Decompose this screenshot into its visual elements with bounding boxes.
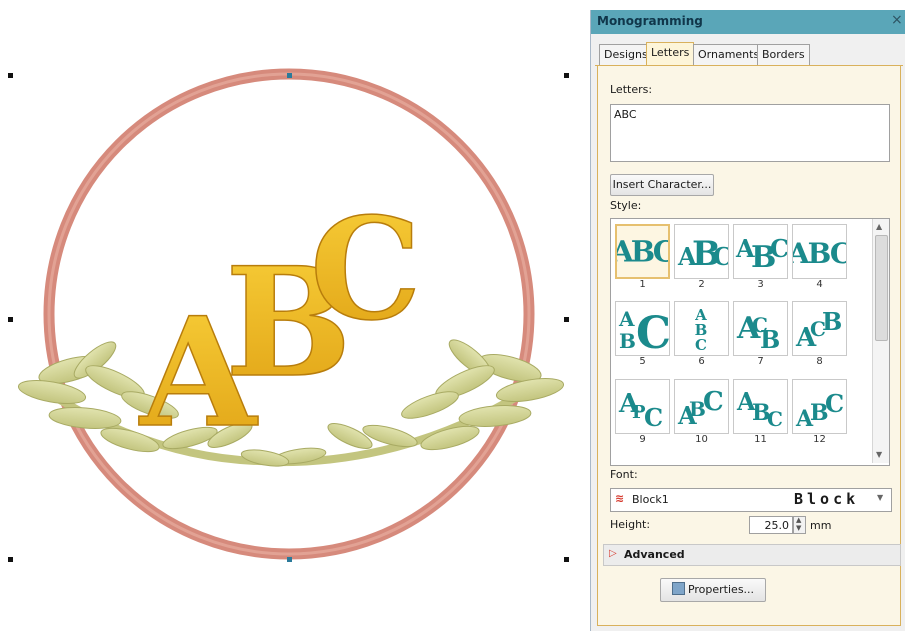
svg-text:C: C: [770, 234, 787, 263]
svg-text:C: C: [695, 336, 707, 354]
style-number: 3: [757, 279, 764, 290]
properties-icon: [671, 582, 685, 595]
advanced-section[interactable]: ▷ Advanced: [603, 544, 901, 566]
style-thumbnail: ACB: [733, 301, 788, 356]
selection-handle[interactable]: [8, 557, 13, 562]
svg-text:C: C: [636, 308, 669, 355]
style-number: 2: [698, 279, 705, 290]
style-number: 8: [816, 356, 823, 367]
height-input[interactable]: 25.0: [749, 516, 793, 534]
style-number: 1: [639, 279, 646, 290]
style-item-12[interactable]: ABC 12: [792, 379, 847, 447]
svg-text:A: A: [618, 307, 635, 331]
style-number: 6: [698, 356, 705, 367]
selection-handle[interactable]: [8, 73, 13, 78]
style-item-1[interactable]: ABC 1: [615, 224, 670, 292]
height-label: Height:: [610, 518, 651, 531]
style-item-6[interactable]: ABC 6: [674, 301, 729, 369]
style-number: 11: [754, 434, 767, 445]
spin-down-icon[interactable]: ▼: [796, 524, 801, 532]
svg-text:C: C: [825, 389, 844, 418]
selection-handle[interactable]: [287, 557, 292, 562]
style-item-5[interactable]: ABC 5: [615, 301, 670, 369]
scroll-thumb[interactable]: [875, 235, 888, 341]
style-thumbnail: ABC: [615, 224, 670, 279]
style-number: 5: [639, 356, 646, 367]
style-item-9[interactable]: APC 9: [615, 379, 670, 447]
svg-text:ABC: ABC: [793, 237, 846, 270]
svg-text:ABC: ABC: [617, 235, 668, 269]
scroll-down-icon[interactable]: ▼: [876, 450, 882, 459]
height-spinner[interactable]: ▲ ▼: [793, 516, 806, 534]
style-thumbnail: ABC: [674, 224, 729, 279]
tab-letters[interactable]: Letters: [646, 42, 695, 66]
svg-text:B: B: [619, 329, 636, 353]
style-item-11[interactable]: ABC 11: [733, 379, 788, 447]
tab-borders[interactable]: Borders: [757, 44, 810, 65]
svg-text:C: C: [767, 407, 783, 431]
style-number: 12: [813, 434, 826, 445]
style-grid: ABC 1 ABC 2 ABC 3 ABC 4 ABC 5: [610, 218, 890, 466]
letters-input[interactable]: ABC: [610, 104, 890, 162]
monogramming-panel: Monogramming × Designs Letters Ornaments…: [590, 10, 905, 631]
style-number: 4: [816, 279, 823, 290]
expand-arrow-icon[interactable]: ▷: [609, 548, 617, 559]
panel-title: Monogramming: [597, 14, 703, 28]
style-item-2[interactable]: ABC 2: [674, 224, 729, 292]
style-label: Style:: [610, 199, 642, 212]
selection-handle[interactable]: [564, 557, 569, 562]
letters-label: Letters:: [610, 83, 653, 96]
letters-input-value: ABC: [614, 108, 637, 121]
svg-text:C: C: [703, 387, 724, 417]
style-thumbnail: ABC: [733, 379, 788, 434]
style-thumbnail: ABC: [733, 224, 788, 279]
insert-character-button[interactable]: Insert Character...: [610, 174, 714, 196]
style-item-7[interactable]: ACB 7: [733, 301, 788, 369]
font-select[interactable]: ≋ Block1 Block ▼: [610, 488, 892, 512]
font-label: Font:: [610, 468, 638, 481]
svg-text:B: B: [822, 307, 842, 336]
style-number: 9: [639, 434, 646, 445]
advanced-label: Advanced: [624, 548, 685, 561]
monogram-letter-c: C: [310, 188, 421, 352]
style-item-8[interactable]: ACB 8: [792, 301, 847, 369]
selection-handle[interactable]: [8, 317, 13, 322]
font-type-icon: ≋: [615, 492, 625, 505]
embroidery-design[interactable]: A B C: [0, 0, 586, 631]
style-scrollbar[interactable]: ▲ ▼: [872, 219, 889, 463]
font-preview: Block: [794, 490, 860, 508]
style-thumbnail: ABC: [615, 301, 670, 356]
svg-text:B: B: [760, 325, 780, 354]
svg-text:C: C: [644, 403, 663, 432]
style-thumbnail: ABC: [674, 301, 729, 356]
style-thumbnail: ABC: [792, 379, 847, 434]
font-select-value: Block1: [632, 493, 669, 506]
style-thumbnail: APC: [615, 379, 670, 434]
style-item-3[interactable]: ABC 3: [733, 224, 788, 292]
selection-handle[interactable]: [564, 317, 569, 322]
panel-titlebar[interactable]: Monogramming ×: [591, 10, 905, 34]
style-number: 10: [695, 434, 708, 445]
tab-ornaments[interactable]: Ornaments: [693, 44, 765, 65]
style-thumbnail: ABC: [792, 224, 847, 279]
chevron-down-icon[interactable]: ▼: [877, 493, 883, 502]
scroll-up-icon[interactable]: ▲: [876, 222, 882, 231]
close-icon[interactable]: ×: [891, 12, 903, 28]
svg-text:C: C: [713, 242, 728, 271]
style-number: 7: [757, 356, 764, 367]
style-item-4[interactable]: ABC 4: [792, 224, 847, 292]
selection-handle[interactable]: [564, 73, 569, 78]
tab-designs[interactable]: Designs: [599, 44, 653, 65]
style-thumbnail: ACB: [792, 301, 847, 356]
height-unit: mm: [810, 519, 832, 532]
selection-handle[interactable]: [287, 73, 292, 78]
spin-up-icon[interactable]: ▲: [796, 516, 801, 524]
style-item-10[interactable]: ABC 10: [674, 379, 729, 447]
properties-button[interactable]: Properties...: [660, 578, 766, 602]
style-thumbnail: ABC: [674, 379, 729, 434]
design-canvas[interactable]: A B C: [0, 0, 586, 631]
